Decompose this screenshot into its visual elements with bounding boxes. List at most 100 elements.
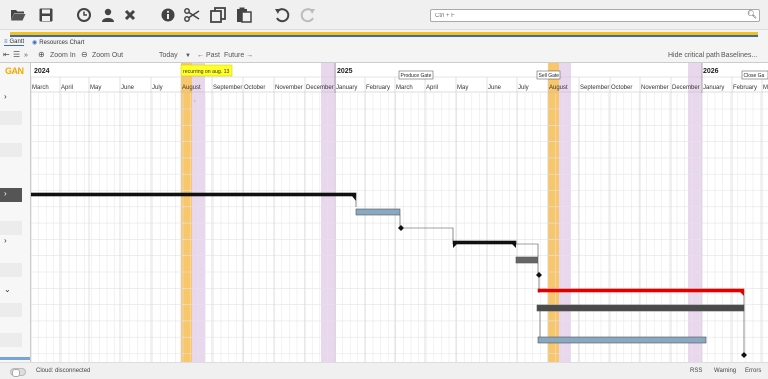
- expand-arrow-icon[interactable]: ›: [4, 236, 7, 245]
- month-label: October: [244, 85, 265, 91]
- rss-link[interactable]: RSS: [690, 368, 702, 374]
- month-label: January: [336, 85, 357, 91]
- future-button[interactable]: Future →: [224, 52, 253, 59]
- dependency-link: [516, 243, 539, 257]
- save-icon[interactable]: [38, 7, 54, 23]
- redo-icon[interactable]: [300, 7, 316, 23]
- clock-icon[interactable]: [76, 7, 92, 23]
- today-dropdown-icon[interactable]: ▼: [185, 53, 191, 59]
- main-toolbar: 🔍︎: [0, 0, 768, 30]
- cloud-toggle[interactable]: [10, 368, 26, 377]
- month-label: February: [733, 85, 757, 91]
- task-bar[interactable]: [355, 208, 401, 216]
- collapse-arrow-icon[interactable]: ⌄: [4, 285, 11, 294]
- task-row[interactable]: [0, 143, 22, 157]
- search-input[interactable]: [431, 10, 741, 21]
- brand-band-blue: [10, 35, 758, 37]
- milestone-diamond[interactable]: [741, 352, 747, 358]
- baselines-button[interactable]: Baselines...: [721, 52, 757, 59]
- month-label: May: [457, 85, 468, 91]
- month-label: April: [426, 85, 438, 91]
- milestone-diamond[interactable]: [536, 272, 542, 278]
- month-label: December: [306, 85, 334, 91]
- recurring-note-text: recurring on aug. 13: [183, 69, 230, 75]
- tab-gantt[interactable]: ≡ Gantt: [4, 39, 25, 46]
- gantt-toolbar: ⇤ ☰ » ⊕ Zoom In ⊖ Zoom Out Today ▼ ← Pas…: [0, 49, 768, 63]
- view-tabs: ≡ Gantt ◉ Resources Chart: [0, 38, 768, 49]
- summary-task-bar[interactable]: [30, 192, 357, 197]
- month-label: February: [366, 85, 390, 91]
- tab-resources-label: Resources Chart: [39, 39, 85, 46]
- month-label: June: [488, 85, 502, 91]
- task-row[interactable]: [0, 263, 22, 277]
- zoom-in-icon[interactable]: ⊕: [38, 50, 45, 59]
- month-label: September: [213, 85, 242, 91]
- highlight-column: [548, 63, 559, 362]
- zoom-out-button[interactable]: Zoom Out: [92, 52, 123, 59]
- highlight-column: [559, 63, 571, 362]
- year-label: 2024: [34, 68, 50, 75]
- search-icon[interactable]: 🔍︎: [747, 10, 757, 19]
- highlight-column: [192, 63, 205, 362]
- scissors-icon[interactable]: [184, 7, 200, 23]
- list-icon[interactable]: ☰: [13, 50, 20, 59]
- month-label: June: [121, 85, 135, 91]
- task-row[interactable]: [0, 333, 22, 347]
- month-label: March: [396, 85, 413, 91]
- hide-critical-path-button[interactable]: Hide critical path: [668, 52, 720, 59]
- past-button[interactable]: ← Past: [197, 52, 220, 59]
- task-bar[interactable]: [536, 304, 745, 312]
- zoom-out-icon[interactable]: ⊖: [81, 50, 88, 59]
- task-bar[interactable]: [537, 336, 707, 344]
- copy-icon[interactable]: [210, 7, 226, 23]
- zoom-in-button[interactable]: Zoom In: [50, 52, 76, 59]
- tab-gantt-label: Gantt: [9, 39, 25, 45]
- month-label: July: [518, 85, 529, 91]
- month-label: July: [152, 85, 163, 91]
- month-label: December: [672, 85, 700, 91]
- today-button[interactable]: Today: [159, 52, 178, 59]
- resources-icon: ◉: [32, 40, 38, 46]
- month-label: October: [611, 85, 632, 91]
- expand-icon[interactable]: »: [24, 52, 28, 59]
- month-label: September: [580, 85, 609, 91]
- task-tree-panel: GAN › › › ⌄: [0, 63, 31, 362]
- month-label: November: [275, 85, 303, 91]
- close-icon[interactable]: [122, 7, 138, 23]
- indent-icon[interactable]: ⇤: [3, 50, 10, 59]
- month-label: August: [549, 85, 568, 91]
- scroll-indicator[interactable]: [0, 357, 30, 360]
- critical-summary-bar[interactable]: [537, 288, 745, 293]
- gantt-timeline[interactable]: 2024 2025 2026 March April May June July August S…: [0, 63, 768, 362]
- warning-link[interactable]: Warning: [714, 368, 736, 374]
- tab-resources-chart[interactable]: ◉ Resources Chart: [32, 39, 85, 47]
- month-label: November: [641, 85, 669, 91]
- month-label: August: [182, 85, 201, 91]
- summary-end-cap: [740, 292, 744, 296]
- errors-link[interactable]: Errors: [745, 368, 761, 374]
- year-label: 2025: [337, 68, 353, 75]
- month-label: May: [90, 85, 101, 91]
- task-row[interactable]: [0, 303, 22, 317]
- paste-icon[interactable]: [236, 7, 252, 23]
- expand-arrow-icon[interactable]: ›: [4, 189, 7, 198]
- month-label: March: [32, 85, 49, 91]
- task-row[interactable]: [0, 111, 22, 125]
- search-box: 🔍︎: [430, 9, 760, 22]
- task-row[interactable]: [0, 221, 22, 235]
- task-bar[interactable]: [515, 256, 539, 264]
- month-label: M: [763, 85, 768, 91]
- summary-end-cap: [352, 196, 356, 201]
- folder-open-icon[interactable]: [10, 7, 26, 23]
- expand-arrow-icon[interactable]: ›: [4, 92, 7, 101]
- milestone-diamond[interactable]: [398, 225, 404, 231]
- month-label: April: [61, 85, 73, 91]
- undo-icon[interactable]: [274, 7, 290, 23]
- info-icon[interactable]: [160, 7, 176, 23]
- summary-end-cap: [512, 244, 516, 248]
- user-icon[interactable]: [100, 7, 116, 23]
- summary-task-bar[interactable]: [452, 240, 517, 245]
- milestone-label: Close Ga: [744, 73, 765, 79]
- highlight-column: [321, 63, 336, 362]
- dependency-link: [404, 227, 454, 241]
